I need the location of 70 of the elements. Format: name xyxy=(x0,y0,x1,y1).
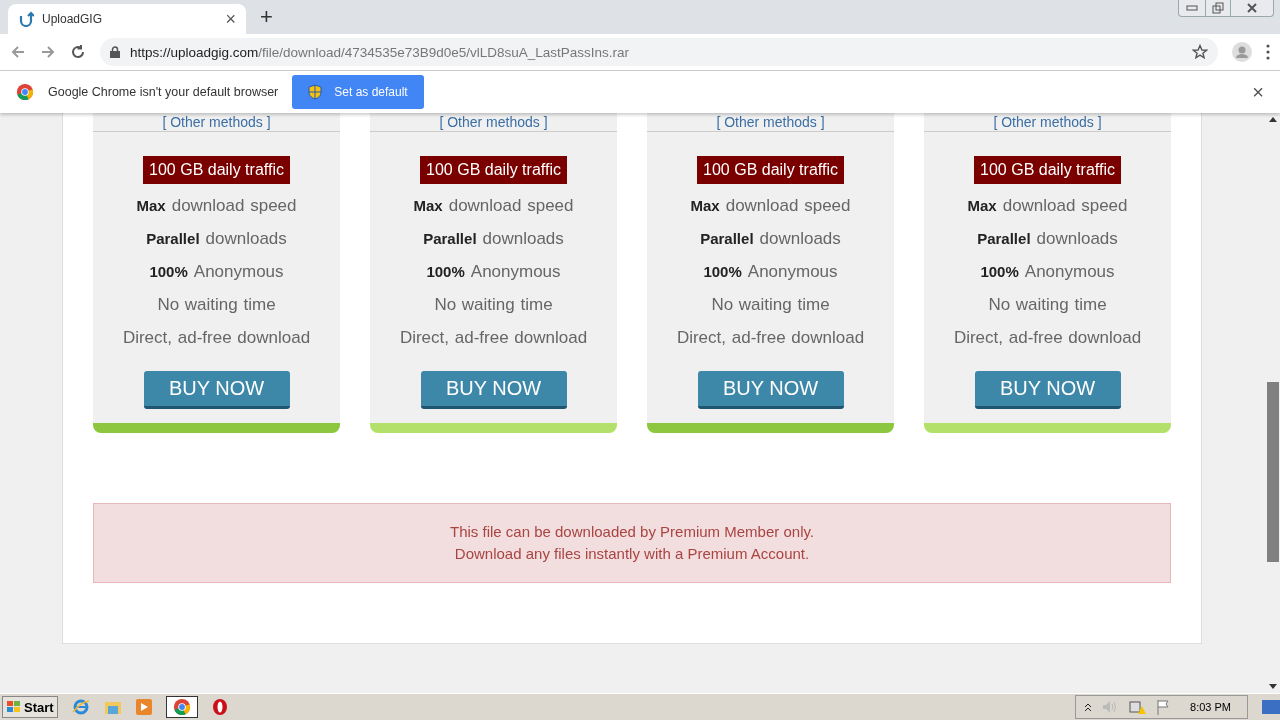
close-tab-button[interactable]: × xyxy=(225,8,236,30)
plan-feature: Parallel downloads xyxy=(977,228,1118,250)
show-hidden-icons-icon[interactable] xyxy=(1084,702,1093,712)
set-default-button[interactable]: Set as default xyxy=(292,75,424,109)
upload-logo-icon xyxy=(18,11,34,27)
folder-icon[interactable] xyxy=(103,699,122,715)
internet-explorer-icon[interactable] xyxy=(71,698,90,716)
alert-text: Download any files instantly with a Premium Account. xyxy=(454,544,810,564)
scroll-down-icon[interactable] xyxy=(1268,684,1277,689)
new-tab-button[interactable]: + xyxy=(260,4,273,30)
plan-feature: No waiting time xyxy=(434,294,553,316)
media-player-icon[interactable] xyxy=(135,699,152,715)
default-browser-message: Google Chrome isn't your default browser xyxy=(48,85,279,99)
other-methods-link[interactable]: [ Other methods ] xyxy=(647,113,894,132)
network-warning-icon[interactable] xyxy=(1128,699,1147,715)
buy-now-button[interactable]: BUY NOW xyxy=(974,371,1121,409)
plan-feature: 100% Anonymous xyxy=(980,261,1115,283)
other-methods-link[interactable]: [ Other methods ] xyxy=(93,113,340,132)
scroll-thumb[interactable] xyxy=(1266,382,1279,562)
plan-feature: Direct, ad-free download xyxy=(399,327,588,349)
alert-text: This file can be downloaded by Premium Member only. xyxy=(449,522,815,542)
shield-icon xyxy=(308,84,323,100)
plan-feature: Parallel downloads xyxy=(146,228,287,250)
plan-feature: Max download speed xyxy=(967,195,1128,217)
plan-feature: 100% Anonymous xyxy=(703,261,838,283)
buy-now-button[interactable]: BUY NOW xyxy=(697,371,844,409)
clock: 8:03 PM xyxy=(1190,701,1231,713)
windows-logo-icon xyxy=(6,700,22,714)
plan-feature: No waiting time xyxy=(711,294,830,316)
other-methods-link[interactable]: [ Other methods ] xyxy=(370,113,617,132)
menu-icon[interactable] xyxy=(1266,44,1270,60)
close-icon xyxy=(1246,3,1258,13)
chrome-taskbar-icon[interactable] xyxy=(172,698,191,716)
start-button[interactable]: Start xyxy=(2,696,58,718)
traffic-badge: 100 GB daily traffic xyxy=(697,156,844,184)
lock-icon xyxy=(110,46,120,58)
scroll-up-icon[interactable] xyxy=(1268,117,1277,122)
forward-arrow-icon[interactable] xyxy=(40,44,56,60)
plan-feature: Direct, ad-free download xyxy=(122,327,311,349)
flag-icon[interactable] xyxy=(1156,699,1171,715)
plan-feature: 100% Anonymous xyxy=(149,261,284,283)
profile-avatar-icon[interactable] xyxy=(1232,42,1252,62)
plan-feature: No waiting time xyxy=(988,294,1107,316)
chrome-icon xyxy=(16,83,34,101)
plan-feature: Max download speed xyxy=(136,195,297,217)
plan-feature: Parallel downloads xyxy=(700,228,841,250)
plan-feature: Max download speed xyxy=(413,195,574,217)
other-methods-link[interactable]: [ Other methods ] xyxy=(924,113,1171,132)
plan-feature: No waiting time xyxy=(157,294,276,316)
close-infobar-button[interactable]: × xyxy=(1252,80,1264,104)
traffic-badge: 100 GB daily traffic xyxy=(974,156,1121,184)
traffic-badge: 100 GB daily traffic xyxy=(143,156,290,184)
plan-feature: Direct, ad-free download xyxy=(953,327,1142,349)
url-text: https://uploadgig.com/file/download/4734535e73B9d0e5/vlLD8suA_LastPassIns.rar xyxy=(130,44,631,60)
minimize-icon xyxy=(1186,5,1198,11)
reload-icon[interactable] xyxy=(70,44,86,60)
opera-icon[interactable] xyxy=(211,698,228,716)
tab-title: UploadGIG xyxy=(42,12,104,26)
browser-tab[interactable]: UploadGIG × xyxy=(8,4,246,34)
star-icon[interactable] xyxy=(1192,44,1208,60)
back-arrow-icon[interactable] xyxy=(10,44,26,60)
buy-now-button[interactable]: BUY NOW xyxy=(143,371,290,409)
traffic-badge: 100 GB daily traffic xyxy=(420,156,567,184)
plan-feature: Parallel downloads xyxy=(423,228,564,250)
plan-feature: 100% Anonymous xyxy=(426,261,561,283)
address-bar[interactable]: https://uploadgig.com/file/download/4734535e73B9d0e5/vlLD8suA_LastPassIns.rar xyxy=(100,38,1218,66)
plan-feature: Direct, ad-free download xyxy=(676,327,865,349)
buy-now-button[interactable]: BUY NOW xyxy=(420,371,567,409)
restore-icon xyxy=(1212,2,1224,14)
plan-feature: Max download speed xyxy=(690,195,851,217)
